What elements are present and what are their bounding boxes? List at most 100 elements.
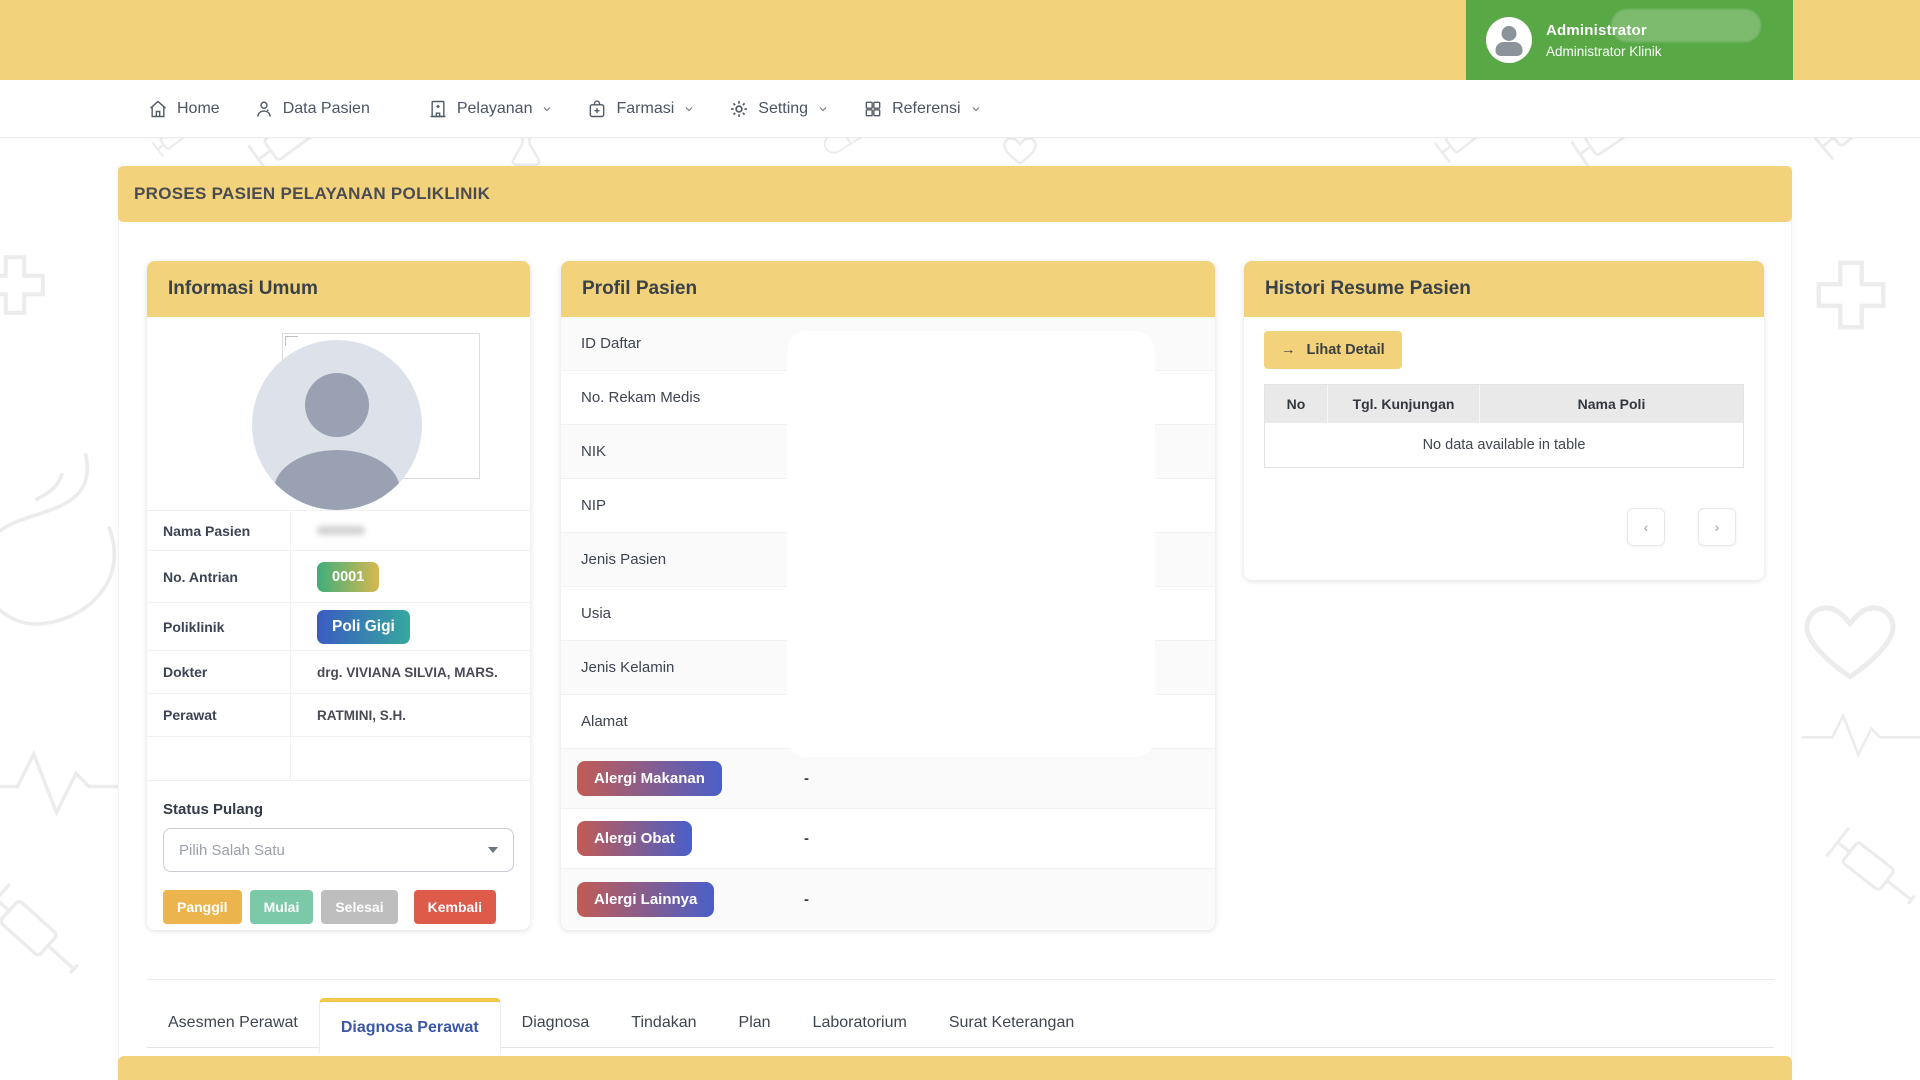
tab-plan[interactable]: Plan bbox=[718, 998, 792, 1047]
field-label: No. Rekam Medis bbox=[561, 389, 700, 406]
select-value: Pilih Salah Satu bbox=[179, 842, 285, 859]
pagination: ‹ › bbox=[1264, 508, 1744, 546]
nav-item-pelayanan[interactable]: Pelayanan bbox=[428, 99, 554, 119]
panggil-button[interactable]: Panggil bbox=[163, 890, 242, 924]
field-label: Dokter bbox=[147, 651, 291, 693]
alergi-lainnya-badge: Alergi Lainnya bbox=[577, 882, 714, 917]
field-label: Nama Pasien bbox=[147, 511, 291, 550]
panel-title: Informasi Umum bbox=[147, 261, 530, 317]
field-value: drg. VIVIANA SILVIA, MARS. bbox=[291, 651, 530, 693]
status-pulang-select[interactable]: Pilih Salah Satu bbox=[163, 828, 514, 872]
kembali-button[interactable]: Kembali bbox=[414, 890, 496, 924]
user-role: Administrator Klinik bbox=[1546, 44, 1662, 59]
nav-item-home[interactable]: Home bbox=[148, 99, 220, 119]
pulse-watermark-icon bbox=[1802, 705, 1920, 761]
nav-item-data-pasien[interactable]: Data Pasien bbox=[254, 99, 370, 119]
queue-number-badge: 0001 bbox=[317, 562, 379, 592]
next-section-header-bar bbox=[118, 1056, 1792, 1080]
panel-title: Profil Pasien bbox=[561, 261, 1215, 317]
column-header: Tgl. Kunjungan bbox=[1327, 385, 1479, 423]
field-label: Perawat bbox=[147, 694, 291, 736]
histori-table: No Tgl. Kunjungan Nama Poli No data avai… bbox=[1264, 384, 1744, 468]
heart-watermark-icon bbox=[1795, 585, 1905, 695]
field-value: RATMINI, S.H. bbox=[291, 694, 530, 736]
dropdown-caret-icon bbox=[488, 847, 498, 853]
table-row: Poliklinik Poli Gigi bbox=[147, 603, 530, 651]
pharmacy-bag-icon bbox=[587, 99, 607, 119]
field-value: - bbox=[804, 770, 809, 787]
column-header: No bbox=[1265, 385, 1327, 423]
gear-icon bbox=[729, 99, 749, 119]
nav-item-setting[interactable]: Setting bbox=[729, 99, 829, 119]
medical-cross-watermark-icon bbox=[0, 248, 52, 322]
tab-surat-keterangan[interactable]: Surat Keterangan bbox=[928, 998, 1095, 1047]
patient-icon bbox=[254, 99, 274, 119]
panel-informasi-umum: Informasi Umum Nama Pasien No. Antrian 0… bbox=[147, 261, 530, 930]
field-label: Jenis Pasien bbox=[561, 551, 666, 568]
medical-cross-watermark-icon bbox=[1808, 252, 1894, 338]
alergi-makanan-badge: Alergi Makanan bbox=[577, 761, 722, 796]
panel-histori-resume: Histori Resume Pasien → Lihat Detail No … bbox=[1244, 261, 1764, 580]
nav-item-label: Home bbox=[177, 100, 220, 118]
tab-asesmen-perawat[interactable]: Asesmen Perawat bbox=[147, 998, 319, 1047]
tab-diagnosa[interactable]: Diagnosa bbox=[501, 998, 611, 1047]
redacted-profile-values-overlay bbox=[787, 331, 1155, 757]
grid-icon bbox=[863, 99, 883, 119]
record-tabs: Asesmen Perawat Diagnosa Perawat Diagnos… bbox=[147, 998, 1774, 1048]
lihat-detail-button[interactable]: → Lihat Detail bbox=[1264, 331, 1402, 369]
column-header: Nama Poli bbox=[1479, 385, 1743, 423]
nav-item-label: Data Pasien bbox=[283, 100, 370, 118]
field-label: No. Antrian bbox=[147, 551, 291, 602]
field-value bbox=[291, 511, 530, 550]
user-account-box[interactable]: Administrator Administrator Klinik bbox=[1466, 0, 1793, 80]
lihat-detail-label: Lihat Detail bbox=[1307, 342, 1385, 358]
tab-diagnosa-perawat[interactable]: Diagnosa Perawat bbox=[319, 998, 501, 1053]
field-label: Alamat bbox=[561, 713, 628, 730]
syringe-watermark-icon bbox=[1809, 812, 1920, 930]
patient-photo-section bbox=[147, 317, 530, 511]
pagination-next-button[interactable]: › bbox=[1698, 508, 1736, 546]
table-row: Alergi Obat - bbox=[561, 809, 1215, 869]
field-label: Jenis Kelamin bbox=[561, 659, 674, 676]
table-row: Nama Pasien bbox=[147, 511, 530, 551]
chevron-down-icon bbox=[683, 103, 695, 115]
field-value: - bbox=[804, 830, 809, 847]
chevron-down-icon bbox=[817, 103, 829, 115]
pagination-prev-button[interactable]: ‹ bbox=[1627, 508, 1665, 546]
home-icon bbox=[148, 99, 168, 119]
action-buttons: Panggil Mulai Selesai Kembali bbox=[163, 890, 514, 924]
field-value: - bbox=[804, 891, 809, 908]
nav-item-label: Referensi bbox=[892, 100, 960, 118]
alergi-obat-badge: Alergi Obat bbox=[577, 821, 692, 856]
redacted-patient-name bbox=[317, 526, 365, 535]
table-row: Dokter drg. VIVIANA SILVIA, MARS. bbox=[147, 651, 530, 694]
arrow-right-icon: → bbox=[1281, 342, 1296, 358]
tab-tindakan[interactable]: Tindakan bbox=[610, 998, 717, 1047]
tab-laboratorium[interactable]: Laboratorium bbox=[792, 998, 928, 1047]
chevron-down-icon bbox=[970, 103, 982, 115]
selesai-button[interactable]: Selesai bbox=[321, 890, 397, 924]
histori-body: → Lihat Detail No Tgl. Kunjungan Nama Po… bbox=[1244, 317, 1764, 546]
syringe-watermark-icon bbox=[0, 866, 106, 1003]
page-title-bar: PROSES PASIEN PELAYANAN POLIKLINIK bbox=[118, 166, 1792, 222]
main-nav: Home Data Pasien Pelayanan Farmasi Setti… bbox=[0, 80, 1920, 138]
field-value: Poli Gigi bbox=[291, 603, 530, 650]
table-row: Alergi Lainnya - bbox=[561, 869, 1215, 929]
tabs-top-divider bbox=[147, 979, 1774, 980]
field-label: Usia bbox=[561, 605, 611, 622]
broken-image-icon bbox=[285, 336, 298, 346]
nav-item-referensi[interactable]: Referensi bbox=[863, 99, 981, 119]
poliklinik-badge: Poli Gigi bbox=[317, 610, 410, 644]
status-pulang-section: Status Pulang Pilih Salah Satu Panggil M… bbox=[147, 781, 530, 924]
nav-item-farmasi[interactable]: Farmasi bbox=[587, 99, 695, 119]
page-title: PROSES PASIEN PELAYANAN POLIKLINIK bbox=[134, 184, 490, 204]
field-label: Poliklinik bbox=[147, 603, 291, 650]
nav-item-label: Farmasi bbox=[616, 100, 674, 118]
field-value: 0001 bbox=[291, 551, 530, 602]
hospital-icon bbox=[428, 99, 448, 119]
field-label: NIP bbox=[561, 497, 606, 514]
field-label: ID Daftar bbox=[561, 335, 641, 352]
redacted-username-overlay bbox=[1611, 9, 1761, 42]
table-row bbox=[147, 737, 530, 781]
mulai-button[interactable]: Mulai bbox=[250, 890, 314, 924]
